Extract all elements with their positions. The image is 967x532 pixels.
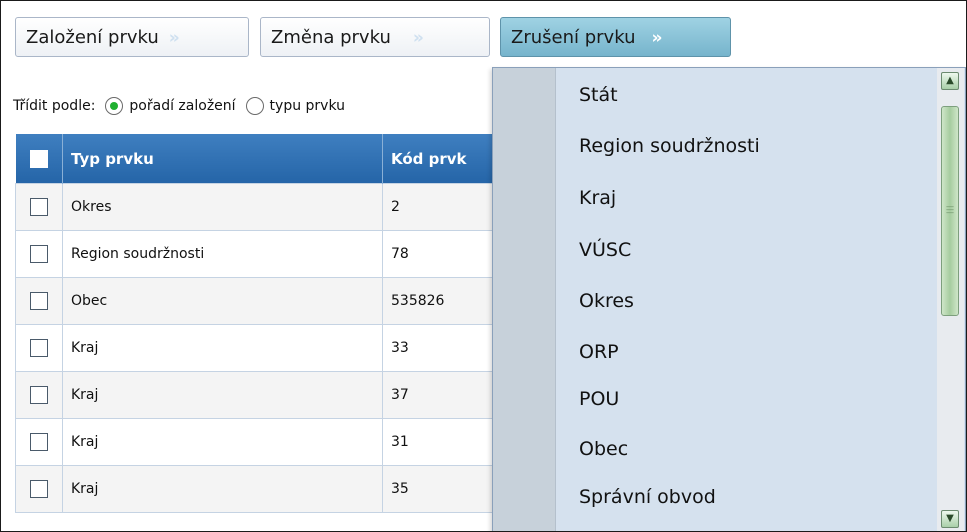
row-checkbox[interactable] xyxy=(30,292,48,310)
menu-item-pou[interactable]: POU xyxy=(579,388,619,410)
cell-typ-prvku: Kraj xyxy=(62,371,383,419)
menu-item-region-soudrznosti[interactable]: Region soudržnosti xyxy=(579,135,760,157)
table-header-row: Typ prvku Kód prvk xyxy=(15,134,556,184)
cell-typ-prvku: Kraj xyxy=(62,465,383,513)
row-checkbox[interactable] xyxy=(30,339,48,357)
zalozeni-prvku-button[interactable]: Založení prvku » xyxy=(15,17,249,57)
zruseni-prvku-button[interactable]: Zrušení prvku » xyxy=(500,17,731,57)
row-checkbox[interactable] xyxy=(30,480,48,498)
menu-item-vusc[interactable]: VÚSC xyxy=(579,239,631,261)
window: Založení prvku » Změna prvku » Zrušení prv… xyxy=(0,0,967,532)
scroll-down-arrow-icon[interactable]: ▼ xyxy=(941,510,959,528)
table-row[interactable]: Obec 535826 xyxy=(15,277,556,325)
cell-typ-prvku: Region soudržnosti xyxy=(62,230,383,278)
double-chevron-right-icon: » xyxy=(168,28,180,48)
scroll-up-arrow-icon[interactable]: ▲ xyxy=(941,72,959,90)
table-row[interactable]: Okres 2 xyxy=(15,183,556,231)
sort-radio-typu-prvku[interactable] xyxy=(245,97,264,115)
table-row[interactable]: Kraj 33 xyxy=(15,324,556,372)
sort-options: Třídit podle: pořadí založení typu prvku xyxy=(13,93,345,119)
cell-typ-prvku: Obec xyxy=(62,277,383,325)
sort-option-label[interactable]: typu prvku xyxy=(270,98,345,114)
table-row[interactable]: Kraj 35 xyxy=(15,465,556,513)
zruseni-prvku-dropdown: Stát Region soudržnosti Kraj VÚSC Okres … xyxy=(492,67,966,531)
row-checkbox-cell xyxy=(15,324,63,372)
row-checkbox-cell xyxy=(15,465,63,513)
scrollbar-thumb[interactable]: — — — xyxy=(941,106,959,316)
select-all-checkbox[interactable] xyxy=(29,149,48,168)
double-chevron-right-icon: » xyxy=(651,28,662,48)
cell-typ-prvku: Kraj xyxy=(62,418,383,466)
row-checkbox-cell xyxy=(15,371,63,419)
row-checkbox[interactable] xyxy=(30,198,48,216)
sort-option-label[interactable]: pořadí založení xyxy=(129,98,235,114)
column-header-typ-prvku[interactable]: Typ prvku xyxy=(62,134,383,184)
table-row[interactable]: Kraj 31 xyxy=(15,418,556,466)
button-label: Zrušení prvku xyxy=(511,27,636,48)
menu-item-obec[interactable]: Obec xyxy=(579,438,628,460)
row-checkbox[interactable] xyxy=(30,245,48,263)
menu-item-kraj[interactable]: Kraj xyxy=(579,187,616,209)
row-checkbox-cell xyxy=(15,230,63,278)
cell-typ-prvku: Okres xyxy=(62,183,383,231)
menu-icon-gutter xyxy=(493,68,556,531)
button-label: Založení prvku xyxy=(26,27,159,48)
sort-radio-poradi-zalozeni[interactable] xyxy=(105,97,124,115)
menu-item-spravni-obvod[interactable]: Správní obvod xyxy=(579,486,716,508)
row-checkbox[interactable] xyxy=(30,433,48,451)
menu-item-okres[interactable]: Okres xyxy=(579,290,634,312)
menu-scrollbar[interactable]: ▲ — — — ▼ xyxy=(937,68,964,531)
elements-table: Typ prvku Kód prvk Okres 2 Region soudrž… xyxy=(15,134,556,513)
row-checkbox-cell xyxy=(15,277,63,325)
double-chevron-right-icon: » xyxy=(412,28,424,48)
row-checkbox-cell xyxy=(15,418,63,466)
row-checkbox[interactable] xyxy=(30,386,48,404)
menu-item-stat[interactable]: Stát xyxy=(579,84,618,106)
zmena-prvku-button[interactable]: Změna prvku » xyxy=(260,17,490,57)
button-label: Změna prvku xyxy=(271,27,391,48)
cell-typ-prvku: Kraj xyxy=(62,324,383,372)
table-row[interactable]: Kraj 37 xyxy=(15,371,556,419)
select-all-cell xyxy=(15,134,63,184)
sort-label: Třídit podle: xyxy=(13,98,96,114)
row-checkbox-cell xyxy=(15,183,63,231)
table-row[interactable]: Region soudržnosti 78 xyxy=(15,230,556,278)
grip-icon: — — — xyxy=(946,202,954,217)
menu-item-orp[interactable]: ORP xyxy=(579,341,619,363)
